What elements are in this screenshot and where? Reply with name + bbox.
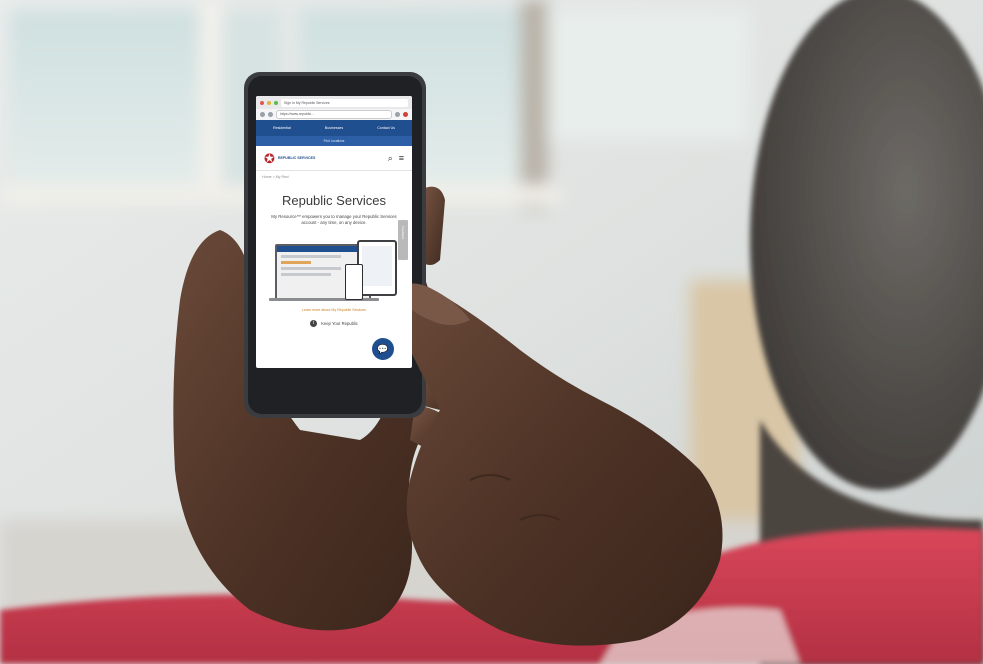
find-locations-link[interactable]: Find Locations xyxy=(324,139,345,143)
search-icon[interactable]: ⌕ xyxy=(388,153,393,164)
nav-item-contact[interactable]: Contact Us xyxy=(377,126,395,130)
back-icon[interactable] xyxy=(260,112,265,117)
logo-text: REPUBLIC SERVICES xyxy=(277,156,316,160)
tablet-image xyxy=(357,240,397,296)
star-logo-icon: ✪ xyxy=(264,150,275,166)
nav-item-businesses[interactable]: Businesses xyxy=(325,126,343,130)
browser-tab-bar: Sign In My Republic Services xyxy=(256,96,412,109)
breadcrumb[interactable]: Home > My Resi xyxy=(256,171,412,179)
republic-logo[interactable]: ✪ REPUBLIC SERVICES xyxy=(264,152,315,165)
page-subtitle: My Resource™ empowers you to manage your… xyxy=(271,214,397,225)
address-row: https://www.republic... xyxy=(256,109,412,120)
feedback-tab[interactable]: Feedback xyxy=(398,220,408,260)
feedback-tab-label: Feedback xyxy=(401,226,405,240)
page-title: Republic Services xyxy=(281,193,387,208)
learn-more-link[interactable]: Learn more about My Republic Services xyxy=(256,308,412,312)
reload-icon[interactable] xyxy=(268,112,273,117)
phone-image xyxy=(345,264,363,300)
phone-screen: Sign In My Republic Services https://www… xyxy=(256,96,412,368)
photo-scene xyxy=(0,0,983,664)
minimize-dot-icon[interactable] xyxy=(267,100,271,105)
site-top-nav: Residential Businesses Contact Us xyxy=(256,120,412,136)
profile-icon[interactable] xyxy=(395,112,400,117)
close-dot-icon[interactable] xyxy=(260,100,264,105)
address-bar[interactable]: https://www.republic... xyxy=(276,110,392,119)
bottom-link-row[interactable]: i Keep Your Republic xyxy=(256,320,412,327)
site-header: ✪ REPUBLIC SERVICES ⌕ ≡ xyxy=(256,146,412,171)
devices-illustration xyxy=(269,240,399,304)
chat-bubble-icon[interactable]: 💬 xyxy=(372,338,394,360)
extension-icon[interactable] xyxy=(403,112,408,117)
info-icon: i xyxy=(310,320,318,327)
header-icons: ⌕ ≡ xyxy=(388,153,404,164)
browser-tab-title[interactable]: Sign In My Republic Services xyxy=(281,98,408,107)
hamburger-menu-icon[interactable]: ≡ xyxy=(399,153,404,163)
bottom-link-text: Keep Your Republic xyxy=(321,321,358,326)
nav-item-residential[interactable]: Residential xyxy=(273,126,291,130)
site-sub-nav: Find Locations xyxy=(256,136,412,146)
maximize-dot-icon[interactable] xyxy=(274,100,278,105)
